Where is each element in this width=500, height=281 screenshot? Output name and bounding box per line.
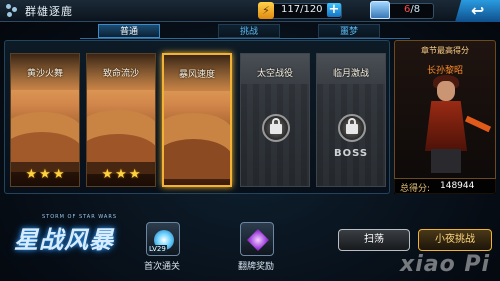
flip-card-label: 翻牌奖励 bbox=[238, 262, 275, 272]
stage-stars: ★ ★ ★ bbox=[11, 162, 79, 186]
stage-card-3[interactable]: 暴风速度 bbox=[162, 53, 232, 187]
energy-value: 117/120 bbox=[281, 4, 323, 15]
stage-stars: ★ ★ ★ bbox=[87, 162, 155, 186]
hero-panel: 章节最高得分 长孙黎昭 bbox=[394, 40, 496, 194]
star-icon: ★ bbox=[39, 166, 51, 182]
tab-challenge[interactable]: 挑战 bbox=[218, 24, 280, 38]
lightning-icon: ⚡ bbox=[258, 2, 274, 19]
title-area: 群雄逐鹿 bbox=[6, 3, 73, 19]
back-arrow-icon: ↩ bbox=[471, 1, 485, 20]
stage-card-5[interactable]: 临月激战 BOSS bbox=[316, 53, 386, 187]
lock-icon bbox=[346, 124, 358, 134]
star-icon: ★ bbox=[115, 166, 127, 182]
stage-name: 致命流沙 bbox=[102, 69, 139, 79]
first-clear-reward-icon[interactable]: LV29 bbox=[146, 222, 180, 256]
star-icon: ★ bbox=[101, 166, 114, 182]
stage-card-1[interactable]: 黄沙火舞 ★ ★ ★ bbox=[10, 53, 80, 187]
stage-name: 太空战役 bbox=[256, 69, 293, 79]
logo-title: 星战风暴 bbox=[14, 226, 114, 254]
stage-name: 临月激战 bbox=[332, 69, 369, 79]
hero-header: 章节最高得分 bbox=[421, 46, 469, 55]
stage-name: 暴风速度 bbox=[178, 70, 215, 80]
first-clear-label: 首次通关 bbox=[144, 262, 181, 272]
sweep-button[interactable]: 扫荡 bbox=[338, 229, 410, 251]
back-button[interactable]: ↩ bbox=[455, 0, 500, 22]
star-icon: ★ bbox=[128, 166, 141, 182]
tab-normal[interactable]: 普通 bbox=[98, 24, 160, 38]
page-title: 群雄逐鹿 bbox=[25, 5, 73, 18]
stage-card-2[interactable]: 致命流沙 ★ ★ ★ bbox=[86, 53, 156, 187]
watermark: xiao Pi bbox=[400, 252, 491, 277]
star-icon: ★ bbox=[25, 166, 38, 182]
chest-count: 6/8 bbox=[404, 4, 421, 15]
challenge-button[interactable]: 小夜挑战 bbox=[418, 229, 492, 251]
chest-icon[interactable] bbox=[370, 1, 390, 19]
dots-icon bbox=[6, 4, 20, 18]
game-logo: STORM OF STAR WARS 星战风暴 bbox=[10, 214, 122, 264]
add-energy-button[interactable]: + bbox=[327, 3, 341, 17]
flip-card-reward-icon[interactable] bbox=[240, 222, 274, 256]
star-icon: ★ bbox=[52, 166, 65, 182]
stage-card-4[interactable]: 太空战役 bbox=[240, 53, 310, 187]
stage-name: 黄沙火舞 bbox=[26, 69, 63, 79]
hero-portrait bbox=[437, 81, 455, 101]
tab-nightmare[interactable]: 噩梦 bbox=[318, 24, 380, 38]
boss-label: BOSS bbox=[333, 148, 369, 159]
score-value: 148944 bbox=[440, 181, 475, 191]
score-label: 总得分: bbox=[400, 184, 431, 194]
lock-icon bbox=[270, 124, 282, 134]
reward-level: LV29 bbox=[148, 245, 167, 253]
